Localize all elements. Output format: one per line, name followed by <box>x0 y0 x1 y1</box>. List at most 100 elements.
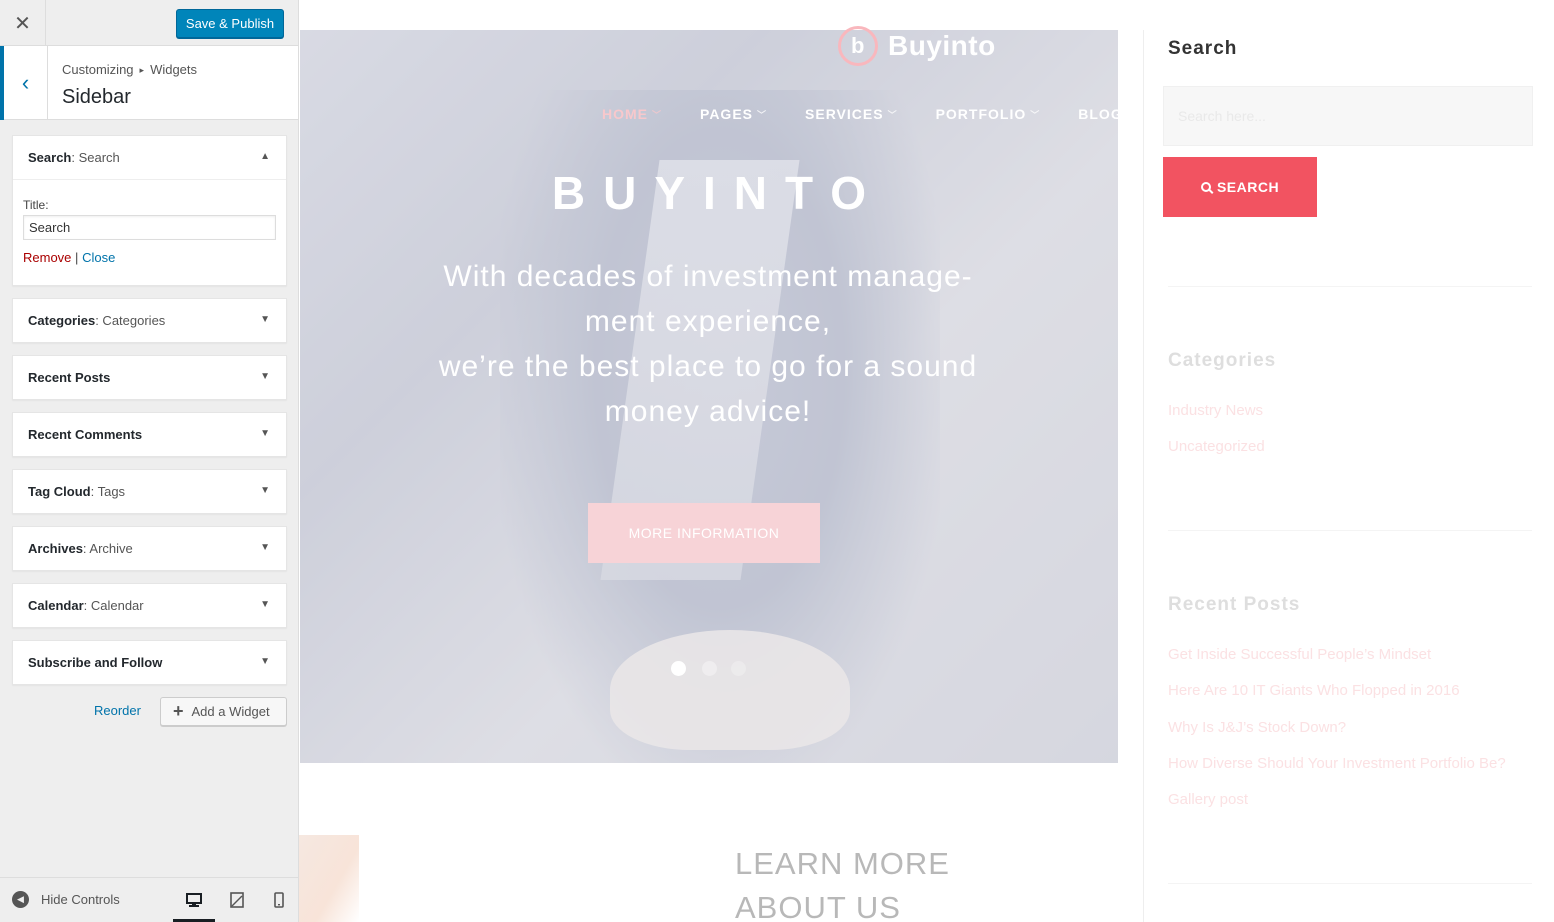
slider-dot-3[interactable] <box>731 661 746 676</box>
widget-header-archives[interactable]: Archives: Archive ▼ <box>13 527 286 570</box>
recent-post-link[interactable]: Why Is J&J’s Stock Down? <box>1168 719 1346 736</box>
widget-title: : Categories <box>95 313 166 328</box>
nav-label: PORTFOLIO <box>935 106 1027 122</box>
nav-item-blog[interactable]: BLOG <box>1078 106 1122 122</box>
recent-post-link[interactable]: Get Inside Successful People’s Mindset <box>1168 646 1431 663</box>
widget-title: : Tags <box>90 484 126 499</box>
search-button-label: SEARCH <box>1216 179 1280 195</box>
widget-name: Search <box>28 150 72 165</box>
widget-tag-cloud: Tag Cloud: Tags ▼ <box>12 469 287 514</box>
divider <box>1168 883 1532 884</box>
plus-icon: + <box>173 701 184 721</box>
add-widget-button[interactable]: + Add a Widget <box>160 697 287 726</box>
nav-item-home[interactable]: HOME ﹀ <box>602 106 662 122</box>
title-field-label: Title: <box>23 198 49 212</box>
hero-text-line: ment experience, <box>584 305 832 338</box>
nav-label: HOME <box>602 106 648 122</box>
nav-label: BLOG <box>1078 106 1123 122</box>
nav-label: PAGES <box>700 106 753 122</box>
hide-controls-button[interactable]: ◀ Hide Controls <box>12 891 120 908</box>
site-logo[interactable]: b Buyinto <box>838 26 996 66</box>
divider <box>1168 286 1532 287</box>
widget-archives: Archives: Archive ▼ <box>12 526 287 571</box>
close-widget-link[interactable]: Close <box>82 250 115 265</box>
widget-header-recent-comments[interactable]: Recent Comments ▼ <box>13 413 286 456</box>
learn-more-heading: LEARN MORE ABOUT US <box>735 842 950 922</box>
close-customizer-button[interactable]: ✕ <box>0 0 46 46</box>
nav-item-pages[interactable]: PAGES ﹀ <box>700 106 767 122</box>
divider <box>1168 530 1532 531</box>
expand-arrow-icon[interactable]: ▼ <box>260 485 270 496</box>
learn-more-line: LEARN MORE <box>735 846 950 881</box>
nav-label: SERVICES <box>805 106 884 122</box>
widget-name: Tag Cloud <box>28 484 91 499</box>
close-icon: ✕ <box>14 12 31 35</box>
remove-widget-link[interactable]: Remove <box>23 250 71 265</box>
category-link[interactable]: Uncategorized <box>1168 438 1265 455</box>
widget-header-search[interactable]: Search: Search ▲ <box>13 136 286 179</box>
slider-dot-1[interactable] <box>671 661 686 676</box>
tablet-preview-icon[interactable] <box>229 892 245 908</box>
widget-actions: Remove | Close <box>23 250 276 265</box>
collapse-arrow-icon[interactable]: ▲ <box>260 151 270 162</box>
expand-arrow-icon[interactable]: ▼ <box>260 542 270 553</box>
preview-sidebar: Search Search here... SEARCH Categories … <box>1143 30 1554 922</box>
expand-arrow-icon[interactable]: ▼ <box>260 371 270 382</box>
widget-subscribe-follow: Subscribe and Follow ▼ <box>12 640 287 685</box>
nav-item-portfolio[interactable]: PORTFOLIO ﹀ <box>936 106 1041 122</box>
widget-name: Subscribe and Follow <box>28 655 163 670</box>
recent-post-link[interactable]: Gallery post <box>1168 791 1248 808</box>
back-button[interactable]: ‹ <box>0 46 48 120</box>
widget-header-calendar[interactable]: Calendar: Calendar ▼ <box>13 584 286 627</box>
expand-arrow-icon[interactable]: ▼ <box>260 314 270 325</box>
section-title: Sidebar <box>62 86 131 108</box>
section-image <box>299 835 359 922</box>
hero-text-line: With decades of investment manage- <box>443 260 973 293</box>
chevron-down-icon: ﹀ <box>652 109 663 120</box>
add-widget-label: Add a Widget <box>191 704 270 719</box>
search-input[interactable]: Search here... <box>1163 86 1533 146</box>
title-field[interactable] <box>23 215 276 240</box>
expand-arrow-icon[interactable]: ▼ <box>260 599 270 610</box>
customizer-panel: ✕ Save & Publish ‹ Customizing ▸ Widgets S… <box>0 0 299 922</box>
expand-arrow-icon[interactable]: ▼ <box>260 656 270 667</box>
widget-name: Calendar <box>28 598 84 613</box>
slider-dot-2[interactable] <box>702 661 717 676</box>
widget-calendar: Calendar: Calendar ▼ <box>12 583 287 628</box>
widget-name: Archives <box>28 541 83 556</box>
widget-title: : Calendar <box>83 598 144 613</box>
categories-heading: Categories <box>1168 350 1277 371</box>
recent-post-link[interactable]: How Diverse Should Your Investment Portf… <box>1168 755 1506 772</box>
section-header: ‹ Customizing ▸ Widgets Sidebar <box>0 46 298 120</box>
recent-post-link[interactable]: Here Are 10 IT Giants Who Flopped in 201… <box>1168 682 1460 699</box>
hero-text-line: we’re the best place to go for a sound <box>438 350 978 383</box>
nav-item-services[interactable]: SERVICES ﹀ <box>805 106 898 122</box>
breadcrumb-separator-icon: ▸ <box>139 65 145 75</box>
chevron-left-icon: ‹ <box>21 70 30 95</box>
hero-title: BUYINTO <box>551 167 885 219</box>
recent-posts-heading: Recent Posts <box>1168 594 1301 615</box>
logo-text: Buyinto <box>888 30 996 61</box>
desktop-preview-icon[interactable] <box>186 892 202 908</box>
widget-recent-comments: Recent Comments ▼ <box>12 412 287 457</box>
widget-header-subscribe-follow[interactable]: Subscribe and Follow ▼ <box>13 641 286 684</box>
more-information-button[interactable]: MORE INFORMATION <box>588 503 820 563</box>
widget-header-tag-cloud[interactable]: Tag Cloud: Tags ▼ <box>13 470 286 513</box>
widget-form-search: Title: Remove | Close <box>13 179 286 285</box>
customizer-header: ✕ Save & Publish <box>0 0 298 46</box>
learn-more-line: ABOUT US <box>735 890 901 922</box>
widget-header-recent-posts[interactable]: Recent Posts ▼ <box>13 356 286 399</box>
search-button[interactable]: SEARCH <box>1163 157 1317 217</box>
search-widget-heading: Search <box>1168 38 1238 59</box>
actions-separator: | <box>75 250 79 265</box>
widget-recent-posts: Recent Posts ▼ <box>12 355 287 400</box>
site-preview: b Buyinto HOME ﹀ PAGES ﹀ SERVICES ﹀ PORTFOL… <box>299 0 1554 922</box>
hide-controls-label: Hide Controls <box>41 892 120 907</box>
widget-header-categories[interactable]: Categories: Categories ▼ <box>13 299 286 342</box>
widget-name: Recent Comments <box>28 427 143 442</box>
mobile-preview-icon[interactable] <box>271 892 287 908</box>
expand-arrow-icon[interactable]: ▼ <box>260 428 270 439</box>
category-link[interactable]: Industry News <box>1168 402 1263 419</box>
reorder-link[interactable]: Reorder <box>94 703 141 718</box>
save-publish-button[interactable]: Save & Publish <box>176 9 284 38</box>
